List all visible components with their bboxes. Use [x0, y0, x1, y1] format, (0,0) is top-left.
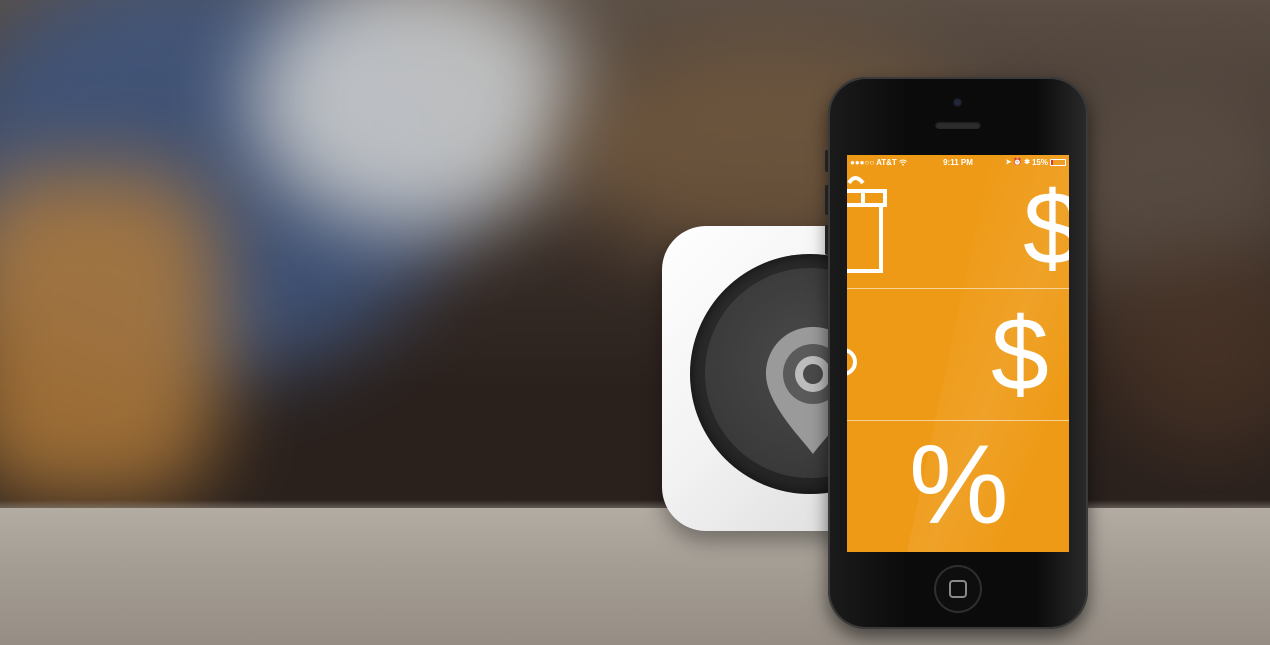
- pin-partial-icon: [847, 348, 857, 376]
- earpiece-speaker: [935, 121, 981, 129]
- status-time: 9:11 PM: [943, 158, 973, 167]
- phone-screen: ●●●○○ AT&T ➤ ⏰ ✱ 15% 9:11 PM $ $ %: [847, 155, 1069, 552]
- front-camera: [953, 98, 962, 107]
- gift-icon: [847, 176, 887, 273]
- dollar-symbol: $: [1023, 171, 1069, 287]
- list-item[interactable]: $: [847, 289, 1069, 420]
- list-item[interactable]: $: [847, 169, 1069, 288]
- home-button[interactable]: [934, 565, 982, 613]
- percent-symbol: %: [909, 422, 1009, 547]
- list-item[interactable]: %: [847, 421, 1069, 552]
- dollar-symbol: $: [991, 297, 1049, 413]
- home-square-icon: [949, 580, 967, 598]
- blurred-orange-chair: [0, 170, 220, 500]
